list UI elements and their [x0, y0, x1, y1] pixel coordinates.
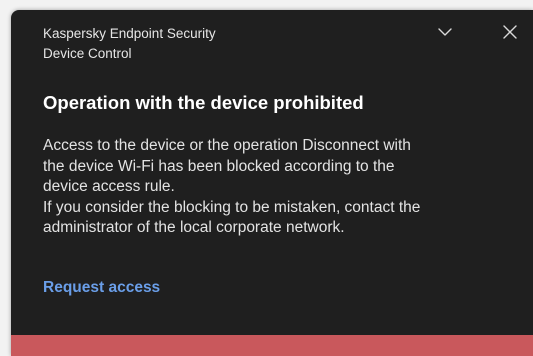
message-line: Access to the device or the operation Di…: [43, 137, 411, 154]
message-line: device access rule.: [43, 178, 175, 195]
close-icon[interactable]: [502, 24, 518, 40]
notification-message: Access to the device or the operation Di…: [43, 136, 513, 239]
chevron-down-icon[interactable]: [436, 25, 454, 39]
message-line: administrator of the local corporate net…: [43, 219, 345, 236]
notification-header: Kaspersky Endpoint Security Device Contr…: [43, 24, 216, 64]
component-name: Device Control: [43, 46, 132, 61]
app-name: Kaspersky Endpoint Security: [43, 26, 216, 41]
request-access-link[interactable]: Request access: [43, 277, 160, 299]
notification-title: Operation with the device prohibited: [43, 92, 364, 113]
status-color-bar: [11, 335, 533, 356]
message-line: the device Wi-Fi has been blocked accord…: [43, 157, 395, 175]
notification-popup: Kaspersky Endpoint Security Device Contr…: [11, 10, 533, 356]
message-line: If you consider the blocking to be mista…: [43, 198, 421, 216]
